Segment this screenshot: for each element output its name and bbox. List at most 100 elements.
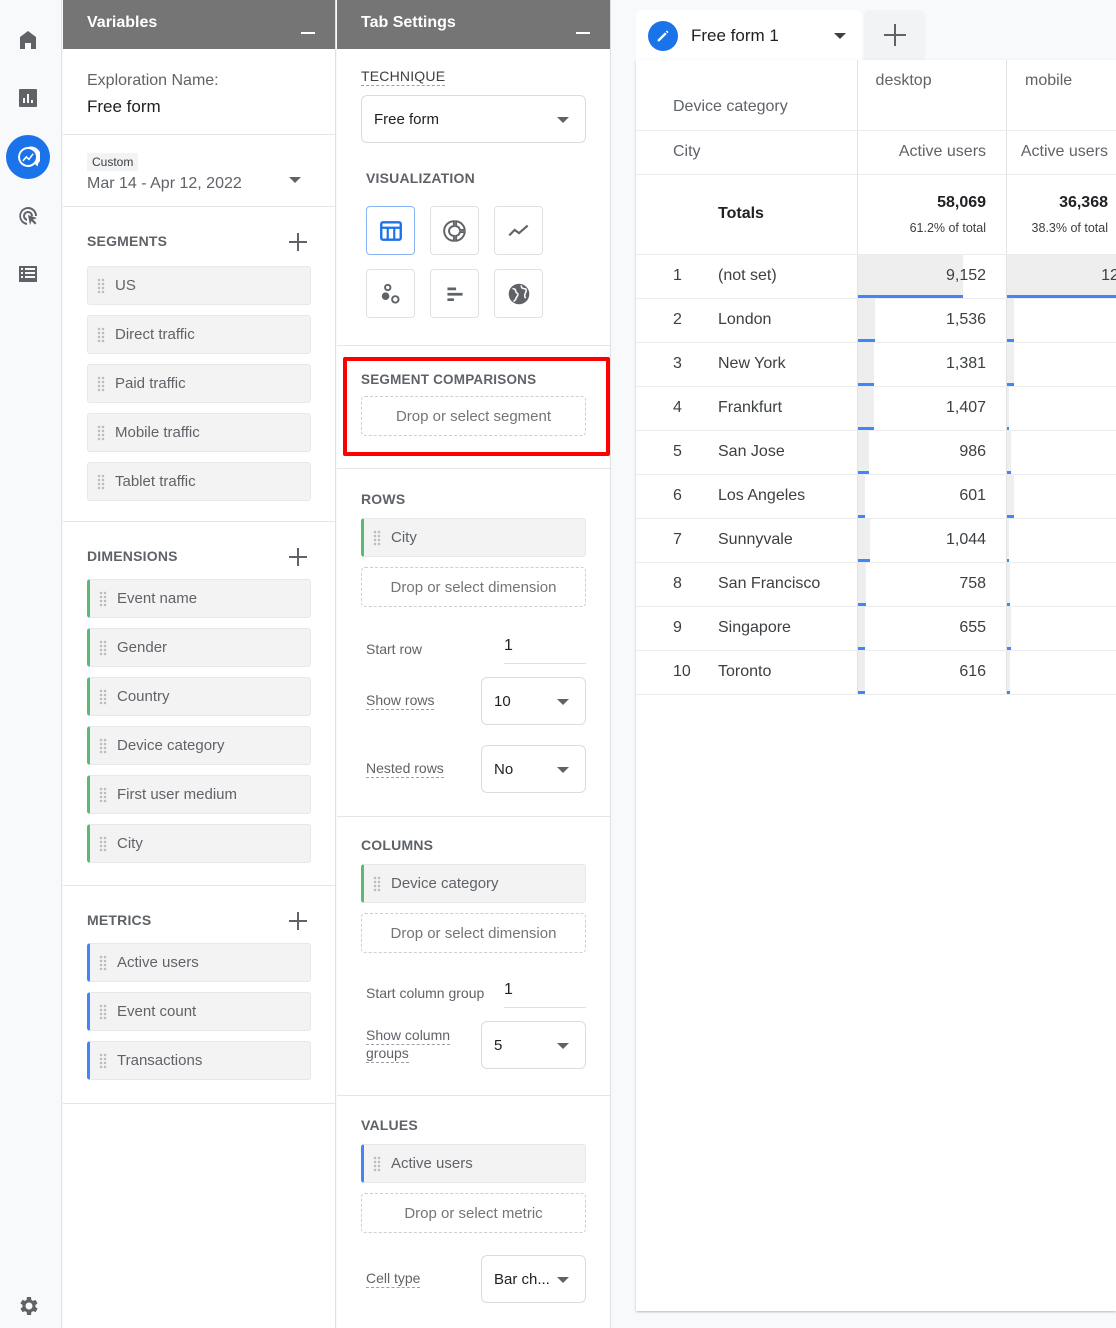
table-row[interactable]: 10 Toronto 616 297 <box>636 650 1116 695</box>
nav-admin[interactable] <box>6 1284 50 1328</box>
columns-section: COLUMNS Device category Drop or select d… <box>337 817 610 1096</box>
column-header-desktop[interactable]: desktop <box>856 60 1007 131</box>
start-column-group-input[interactable]: 1 <box>504 981 586 1008</box>
show-rows-label: Show rows <box>366 692 435 710</box>
drag-handle-icon[interactable] <box>99 688 107 705</box>
chevron-down-icon[interactable] <box>834 33 846 39</box>
dimension-chip[interactable]: Event name <box>87 579 311 618</box>
values-chip-active-users[interactable]: Active users <box>361 1144 586 1183</box>
drag-handle-icon[interactable] <box>373 1155 381 1172</box>
columns-drop-zone[interactable]: Drop or select dimension <box>361 913 586 953</box>
technique-select[interactable]: Free form <box>361 95 586 143</box>
viz-geo-button[interactable] <box>494 269 543 318</box>
viz-donut-button[interactable] <box>430 206 479 255</box>
table-row[interactable]: 9 Singapore 655 322 <box>636 606 1116 651</box>
viz-bar-button[interactable] <box>430 269 479 318</box>
drag-handle-icon[interactable] <box>97 424 105 441</box>
show-rows-select[interactable]: 10 <box>481 677 586 725</box>
drag-handle-icon[interactable] <box>373 529 381 546</box>
cell-value: 1,381 <box>945 355 987 372</box>
nav-reports[interactable] <box>6 76 50 120</box>
row-label-cell: 1 (not set) <box>636 254 858 299</box>
table-row[interactable]: 4 Frankfurt 1,407 146 <box>636 386 1116 431</box>
minimize-variables-button[interactable] <box>301 32 315 34</box>
tab-free-form-1[interactable]: Free form 1 <box>636 10 862 62</box>
row-label-cell: 6 Los Angeles <box>636 474 858 519</box>
value-cell: 1,536 <box>856 298 1007 343</box>
table-row[interactable]: 5 San Jose 986 339 <box>636 430 1116 475</box>
edit-icon[interactable] <box>648 21 678 51</box>
exploration-name-input[interactable]: Free form <box>87 97 311 117</box>
drag-handle-icon[interactable] <box>99 954 107 971</box>
bar-fill <box>1007 474 1015 516</box>
table-row[interactable]: 2 London 1,536 565 <box>636 298 1116 343</box>
segment-chip[interactable]: Direct traffic <box>87 315 311 354</box>
segment-chip[interactable]: US <box>87 266 311 305</box>
drag-handle-icon[interactable] <box>99 1052 107 1069</box>
add-dimension-button[interactable] <box>289 548 307 566</box>
exploration-name-section: Exploration Name: Free form <box>63 49 335 135</box>
drag-handle-icon[interactable] <box>97 326 105 343</box>
segment-chip[interactable]: Mobile traffic <box>87 413 311 452</box>
value-cell: 565 <box>1006 298 1116 343</box>
show-column-groups-select[interactable]: 5 <box>481 1021 586 1069</box>
metric-chip[interactable]: Event count <box>87 992 311 1031</box>
metric-chip[interactable]: Transactions <box>87 1041 311 1080</box>
metric-chip[interactable]: Active users <box>87 943 311 982</box>
drag-handle-icon[interactable] <box>99 786 107 803</box>
dimension-chip[interactable]: Gender <box>87 628 311 667</box>
nav-explore[interactable] <box>6 135 50 179</box>
minimize-tab-settings-button[interactable] <box>576 32 590 34</box>
dimension-chip[interactable]: First user medium <box>87 775 311 814</box>
drag-handle-icon[interactable] <box>99 835 107 852</box>
table-row[interactable]: 3 New York 1,381 589 <box>636 342 1116 387</box>
nav-configure[interactable] <box>6 252 50 296</box>
start-row-input[interactable]: 1 <box>504 637 586 664</box>
drag-handle-icon[interactable] <box>99 1003 107 1020</box>
metric-header[interactable]: Active users <box>856 130 1007 175</box>
table-row[interactable]: 8 San Francisco 758 267 <box>636 562 1116 607</box>
dimension-chip[interactable]: Device category <box>87 726 311 765</box>
table-row[interactable]: 6 Los Angeles 601 614 <box>636 474 1116 519</box>
drag-handle-icon[interactable] <box>99 590 107 607</box>
add-metric-button[interactable] <box>289 912 307 930</box>
rows-drop-zone[interactable]: Drop or select dimension <box>361 567 586 607</box>
rows-chip-city[interactable]: City <box>361 518 586 557</box>
metric-header[interactable]: Active users <box>1006 130 1116 175</box>
drag-handle-icon[interactable] <box>99 737 107 754</box>
dimension-chip[interactable]: Country <box>87 677 311 716</box>
drag-handle-icon[interactable] <box>99 639 107 656</box>
row-label-cell: 2 London <box>636 298 858 343</box>
drag-handle-icon[interactable] <box>97 473 105 490</box>
segment-chip[interactable]: Paid traffic <box>87 364 311 403</box>
segment-chip[interactable]: Tablet traffic <box>87 462 311 501</box>
drag-handle-icon[interactable] <box>97 277 105 294</box>
add-tab-button[interactable] <box>864 10 925 60</box>
table-row[interactable]: 7 Sunnyvale 1,044 108 <box>636 518 1116 563</box>
drag-handle-icon[interactable] <box>97 375 105 392</box>
table-row[interactable]: 1 (not set) 9,152 12,271 <box>636 254 1116 299</box>
home-icon <box>20 31 36 49</box>
viz-table-button[interactable] <box>366 206 415 255</box>
value-cell: 12,271 <box>1006 254 1116 299</box>
row-index: 6 <box>673 487 682 504</box>
column-header-mobile[interactable]: mobile <box>1006 60 1116 131</box>
viz-scatter-button[interactable] <box>366 269 415 318</box>
bar-fill <box>1007 606 1011 648</box>
dimension-chip[interactable]: City <box>87 824 311 863</box>
chip-label: Country <box>117 688 170 705</box>
nested-rows-select[interactable]: No <box>481 745 586 793</box>
date-range-picker[interactable]: Custom Mar 14 - Apr 12, 2022 <box>63 135 335 207</box>
nav-home[interactable] <box>6 18 50 62</box>
advertising-icon <box>19 207 37 225</box>
cell-type-select[interactable]: Bar ch... <box>481 1255 586 1303</box>
drag-handle-icon[interactable] <box>373 875 381 892</box>
row-dimension-label[interactable]: City <box>636 130 858 175</box>
nav-advertising[interactable] <box>6 194 50 238</box>
add-segment-button[interactable] <box>289 233 307 251</box>
columns-chip-device-category[interactable]: Device category <box>361 864 586 903</box>
value-cell: 108 <box>1006 518 1116 563</box>
values-drop-zone[interactable]: Drop or select metric <box>361 1193 586 1233</box>
viz-line-button[interactable] <box>494 206 543 255</box>
segment-drop-zone[interactable]: Drop or select segment <box>361 396 586 436</box>
